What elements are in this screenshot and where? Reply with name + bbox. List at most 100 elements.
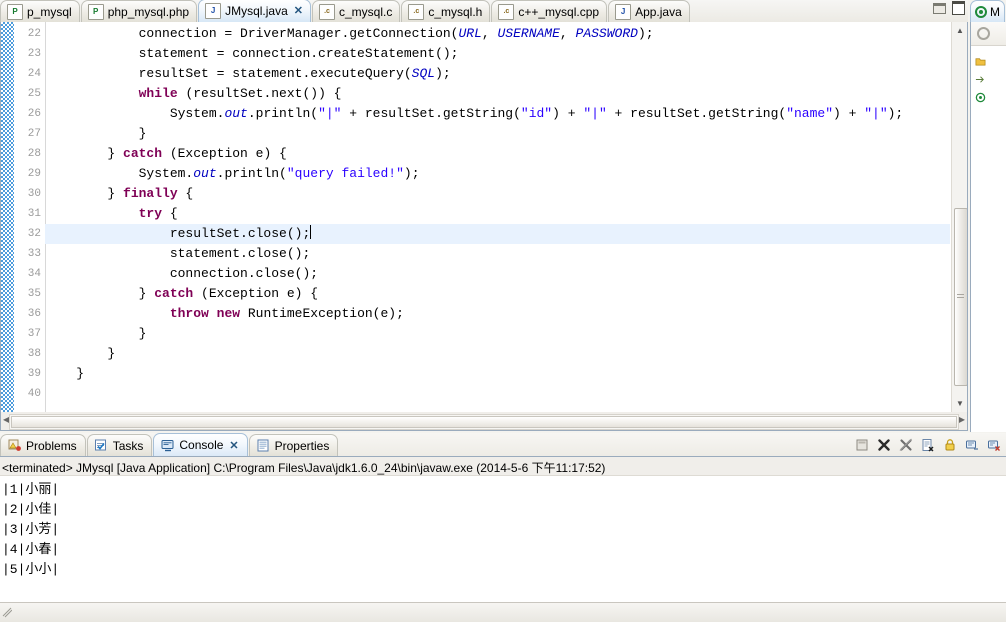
editor-tab-p-mysql[interactable]: Pp_mysql xyxy=(0,0,80,22)
maximize-icon xyxy=(952,1,965,15)
tab-problems[interactable]: Problems xyxy=(0,434,86,456)
code-token: ) + xyxy=(833,106,864,121)
code-token: } xyxy=(45,146,123,161)
editor-tab-app-java[interactable]: JApp.java xyxy=(608,0,690,22)
minimize-button[interactable] xyxy=(931,1,947,15)
code-line[interactable]: resultSet.close(); xyxy=(45,224,311,244)
code-token: new xyxy=(217,306,240,321)
maximize-button[interactable] xyxy=(950,1,966,15)
editor-horizontal-scrollbar[interactable]: ◀ ▶ xyxy=(0,412,968,431)
console-tab-label: Tasks xyxy=(113,439,144,453)
code-line[interactable]: throw new RuntimeException(e); xyxy=(45,304,404,324)
close-icon[interactable]: ✕ xyxy=(229,439,238,452)
editor-vertical-scrollbar[interactable]: ▲ ▼ xyxy=(951,22,967,412)
code-token: ); xyxy=(638,26,654,41)
code-token: (resultSet.next()) { xyxy=(178,86,342,101)
tab-make-target[interactable]: M xyxy=(970,0,1005,22)
list-item[interactable] xyxy=(975,88,986,106)
resize-grip-icon[interactable] xyxy=(2,606,12,618)
console-status-line: <terminated> JMysql [Java Application] C… xyxy=(0,457,1006,476)
tab-tasks[interactable]: Tasks xyxy=(87,434,153,456)
code-token: , xyxy=(482,26,498,41)
horizontal-scroll-track[interactable] xyxy=(9,414,959,430)
code-token: resultSet = statement.executeQuery( xyxy=(45,66,412,81)
code-line[interactable]: resultSet = statement.executeQuery(SQL); xyxy=(45,64,451,84)
editor-tab-c-mysql-h[interactable]: .cc_mysql.h xyxy=(401,0,490,22)
code-token: statement.close(); xyxy=(45,246,310,261)
code-line[interactable]: connection.close(); xyxy=(45,264,318,284)
code-line[interactable]: System.out.println("query failed!"); xyxy=(45,164,420,184)
editor-area: Pp_mysqlPphp_mysql.phpJJMysql.java✕.cc_m… xyxy=(0,0,968,432)
code-line[interactable]: } finally { xyxy=(45,184,193,204)
code-token: SQL xyxy=(412,66,435,81)
remove-all-terminated-button[interactable] xyxy=(897,437,914,454)
scroll-right-arrow-icon[interactable]: ▶ xyxy=(959,415,965,424)
line-number: 38 xyxy=(28,344,41,364)
display-selected-console-button[interactable] xyxy=(963,437,980,454)
console-output-line: |5|小小| xyxy=(2,560,1006,580)
list-item[interactable] xyxy=(975,70,986,88)
code-token: { xyxy=(178,186,194,201)
line-number: 39 xyxy=(28,364,41,384)
editor-tab-php-mysql-php[interactable]: Pphp_mysql.php xyxy=(81,0,197,22)
console-output-line: |4|小春| xyxy=(2,540,1006,560)
horizontal-scroll-thumb[interactable] xyxy=(11,416,957,428)
open-console-button[interactable] xyxy=(985,437,1002,454)
code-line[interactable]: } xyxy=(45,364,84,384)
clear-console-button[interactable] xyxy=(853,437,870,454)
tab-console[interactable]: Console ✕ xyxy=(153,433,247,456)
line-number: 33 xyxy=(28,244,41,264)
terminate-button[interactable] xyxy=(875,437,892,454)
code-editor[interactable]: 22232425262728293031323334353637383940 c… xyxy=(0,22,968,412)
code-token: finally xyxy=(123,186,178,201)
make-target-item-icon xyxy=(975,92,986,103)
scroll-up-arrow-icon[interactable]: ▲ xyxy=(952,22,968,39)
code-line[interactable]: } xyxy=(45,124,146,144)
scroll-lock-button[interactable] xyxy=(941,437,958,454)
right-side-view: M xyxy=(970,0,1006,432)
code-line[interactable]: while (resultSet.next()) { xyxy=(45,84,341,104)
editor-tab-bar: Pp_mysqlPphp_mysql.phpJJMysql.java✕.cc_m… xyxy=(0,0,968,23)
code-line[interactable]: connection = DriverManager.getConnection… xyxy=(45,24,654,44)
code-line[interactable]: System.out.println("|" + resultSet.getSt… xyxy=(45,104,903,124)
code-line[interactable]: try { xyxy=(45,204,178,224)
code-line[interactable]: statement = connection.createStatement()… xyxy=(45,44,458,64)
editor-tab-jmysql-java[interactable]: JJMysql.java✕ xyxy=(198,0,311,22)
editor-tab-label: php_mysql.php xyxy=(108,5,189,19)
code-token: } xyxy=(45,126,146,141)
console-tab-bar: Problems Tasks Console ✕ Properties xyxy=(0,433,1006,457)
php-file-icon: P xyxy=(88,4,104,20)
code-line[interactable]: statement.close(); xyxy=(45,244,310,264)
editor-tab-c-mysql-cpp[interactable]: .cc++_mysql.cpp xyxy=(491,0,607,22)
code-line[interactable]: } catch (Exception e) { xyxy=(45,284,318,304)
list-item[interactable] xyxy=(975,52,986,70)
editor-tab-label: c++_mysql.cpp xyxy=(518,5,599,19)
console-output[interactable]: |1|小丽||2|小佳||3|小芳||4|小春||5|小小| xyxy=(2,480,1006,603)
code-lines[interactable]: connection = DriverManager.getConnection… xyxy=(45,22,950,412)
right-view-tab-bar: M xyxy=(970,0,1006,22)
code-token: } xyxy=(45,326,146,341)
console-tab-label: Console xyxy=(179,438,223,452)
editor-tab-c-mysql-c[interactable]: .cc_mysql.c xyxy=(312,0,400,22)
gear-icon[interactable] xyxy=(977,27,990,40)
vertical-scroll-thumb[interactable] xyxy=(954,208,968,386)
code-token: connection = DriverManager.getConnection… xyxy=(45,26,458,41)
code-token: catch xyxy=(123,146,162,161)
code-token: } xyxy=(45,286,154,301)
line-number: 32 xyxy=(28,224,41,244)
remove-launch-button[interactable] xyxy=(919,437,936,454)
tab-properties[interactable]: Properties xyxy=(249,434,339,456)
code-line[interactable]: } xyxy=(45,324,146,344)
close-icon[interactable]: ✕ xyxy=(294,6,303,17)
code-token: resultSet.close(); xyxy=(45,226,310,241)
code-token: { xyxy=(162,206,178,221)
code-line[interactable]: } xyxy=(45,344,115,364)
line-number: 24 xyxy=(28,64,41,84)
scroll-down-arrow-icon[interactable]: ▼ xyxy=(952,395,968,412)
code-line[interactable]: } catch (Exception e) { xyxy=(45,144,287,164)
java-file-icon: J xyxy=(205,3,221,19)
annotation-ruler[interactable] xyxy=(1,22,14,412)
editor-tab-label: App.java xyxy=(635,5,682,19)
line-number: 31 xyxy=(28,204,41,224)
code-token: + resultSet.getString( xyxy=(341,106,520,121)
